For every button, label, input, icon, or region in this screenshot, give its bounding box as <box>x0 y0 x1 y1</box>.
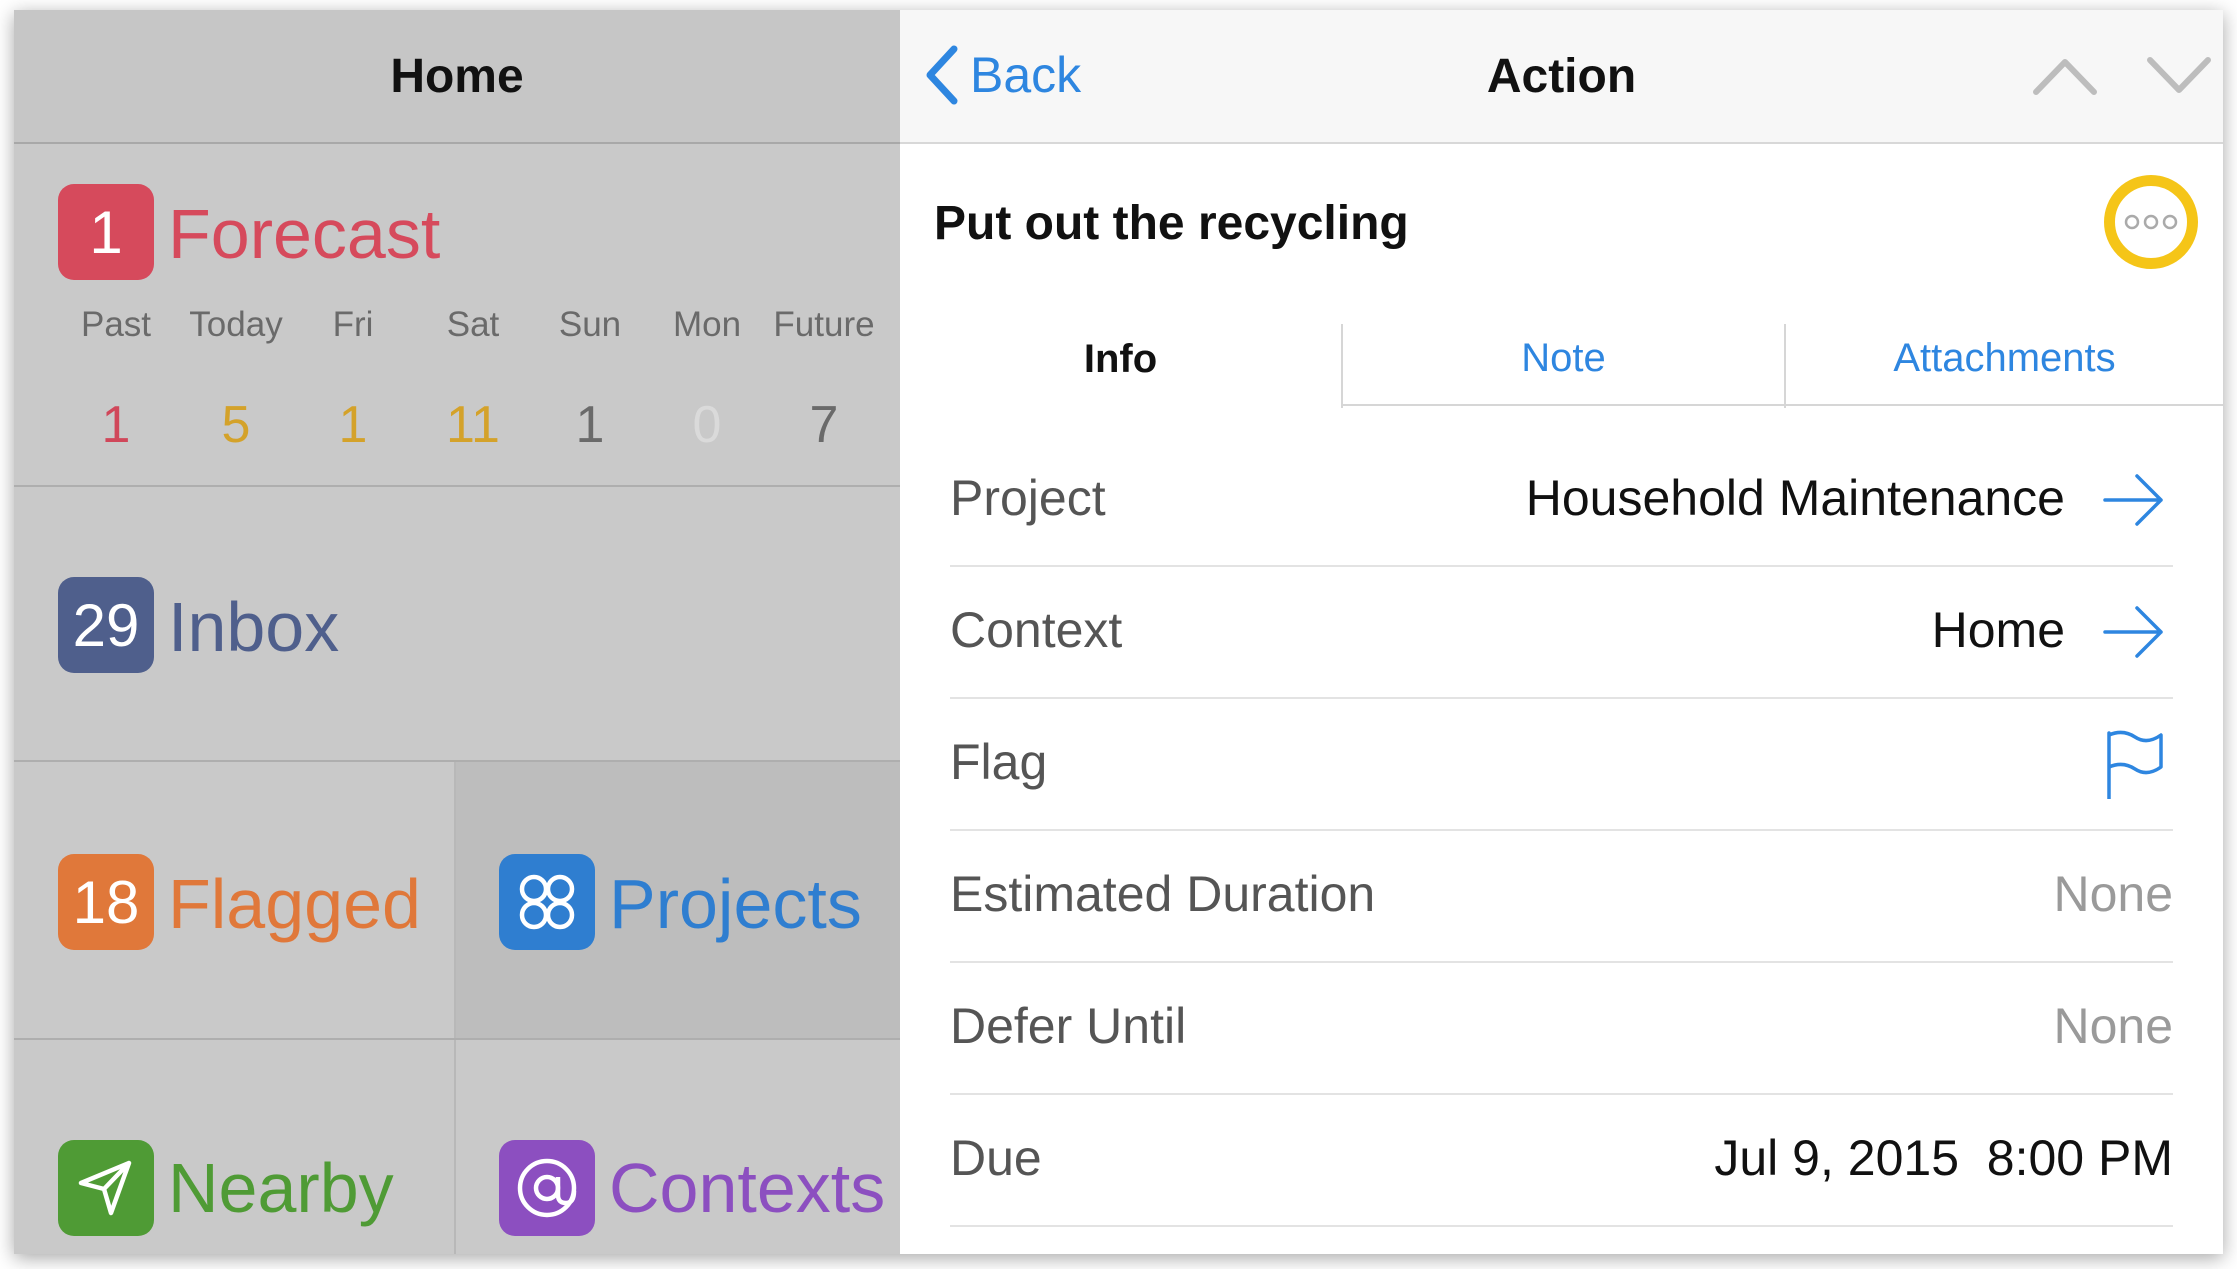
estimated-duration-row[interactable]: Estimated Duration None <box>950 829 2173 963</box>
projects-icon <box>499 854 595 950</box>
context-value: Home <box>1931 602 2065 658</box>
forecast-label: Forecast <box>168 195 441 273</box>
project-value: Household Maintenance <box>1525 470 2065 526</box>
tab-note[interactable]: Note <box>1343 312 1784 406</box>
inbox-badge-count: 29 <box>72 591 140 659</box>
due-label: Due <box>950 1130 1042 1186</box>
inbox-tile[interactable]: 29 Inbox <box>14 487 900 760</box>
project-label: Project <box>950 470 1106 526</box>
nav-title: Action <box>1486 49 1637 103</box>
estimated-duration-label: Estimated Duration <box>950 866 1376 922</box>
flagged-badge-count: 18 <box>72 868 140 936</box>
flag-row[interactable]: Flag <box>950 697 2173 831</box>
back-button[interactable]: Back <box>922 40 1081 110</box>
context-label: Context <box>950 602 1123 658</box>
flag-icon[interactable] <box>2101 725 2167 799</box>
contexts-tile[interactable]: Contexts <box>455 1040 900 1254</box>
arrow-right-icon <box>2103 474 2163 526</box>
contexts-label: Contexts <box>609 1149 886 1227</box>
forecast-day-label: Future <box>773 305 875 344</box>
tab-attachments[interactable]: Attachments <box>1786 312 2223 406</box>
forecast-day-label: Sat <box>446 305 500 344</box>
defer-until-row[interactable]: Defer Until None <box>950 961 2173 1095</box>
location-arrow-icon <box>78 1160 132 1216</box>
forecast-day-label: Mon <box>672 305 742 344</box>
home-title: Home <box>390 49 524 103</box>
back-label: Back <box>970 47 1082 103</box>
flagged-label: Flagged <box>168 865 421 943</box>
flagged-badge: 18 <box>58 854 154 950</box>
forecast-day-label: Today <box>189 305 283 344</box>
ellipsis-icon <box>2124 214 2178 230</box>
chevron-down-icon <box>2147 57 2211 93</box>
home-sidebar: Home 1 Forecast Past Today Fri Sat Sun M… <box>14 10 900 1254</box>
forecast-day-count[interactable]: 1 <box>298 395 408 455</box>
forecast-day-count[interactable]: 0 <box>652 395 762 455</box>
chevron-left-icon <box>926 45 958 105</box>
forecast-day-label: Past <box>80 305 152 344</box>
navigation-bar: Back Action <box>900 10 2223 144</box>
action-title[interactable]: Put out the recycling <box>934 196 1409 251</box>
app-window: Home 1 Forecast Past Today Fri Sat Sun M… <box>14 10 2223 1254</box>
action-detail-pane: Back Action Put out the recycling Info N… <box>900 10 2223 1254</box>
next-item-button[interactable] <box>2144 50 2214 100</box>
at-sign-icon <box>517 1158 577 1218</box>
forecast-day-label: Fri <box>332 305 374 344</box>
contexts-icon <box>499 1140 595 1236</box>
chevron-up-icon <box>2033 59 2097 95</box>
due-row[interactable]: Due Jul 9, 2015 8:00 PM <box>950 1093 2173 1227</box>
previous-item-button[interactable] <box>2030 50 2100 100</box>
forecast-day-count[interactable]: 7 <box>769 395 879 455</box>
flagged-tile[interactable]: 18 Flagged <box>14 762 455 1038</box>
projects-label: Projects <box>609 865 862 943</box>
tab-info[interactable]: Info <box>900 312 1341 406</box>
nearby-label: Nearby <box>168 1149 394 1227</box>
forecast-badge-count: 1 <box>89 198 123 266</box>
flag-label: Flag <box>950 734 1048 790</box>
project-row[interactable]: Project Household Maintenance <box>950 433 2173 567</box>
defer-until-label: Defer Until <box>950 998 1187 1054</box>
inbox-badge: 29 <box>58 577 154 673</box>
detail-tabs: Info Note Attachments <box>900 312 2223 408</box>
defer-until-value: None <box>2053 998 2173 1054</box>
more-options-button[interactable] <box>2104 175 2198 269</box>
forecast-day-count[interactable]: 5 <box>181 395 291 455</box>
home-header: Home <box>14 10 900 144</box>
projects-tile[interactable]: Projects <box>455 762 900 1038</box>
forecast-day-count[interactable]: 1 <box>535 395 645 455</box>
projects-glyph <box>519 874 575 930</box>
nearby-tile[interactable]: Nearby <box>14 1040 455 1254</box>
inbox-label: Inbox <box>168 588 340 666</box>
arrow-right-icon <box>2103 606 2163 658</box>
due-value: Jul 9, 2015 8:00 PM <box>1714 1130 2173 1186</box>
forecast-day-label: Sun <box>558 305 622 344</box>
estimated-duration-value: None <box>2053 866 2173 922</box>
forecast-day-count[interactable]: 1 <box>61 395 171 455</box>
forecast-badge: 1 <box>58 184 154 280</box>
nearby-icon <box>58 1140 154 1236</box>
context-row[interactable]: Context Home <box>950 565 2173 699</box>
forecast-day-count[interactable]: 11 <box>418 395 528 455</box>
